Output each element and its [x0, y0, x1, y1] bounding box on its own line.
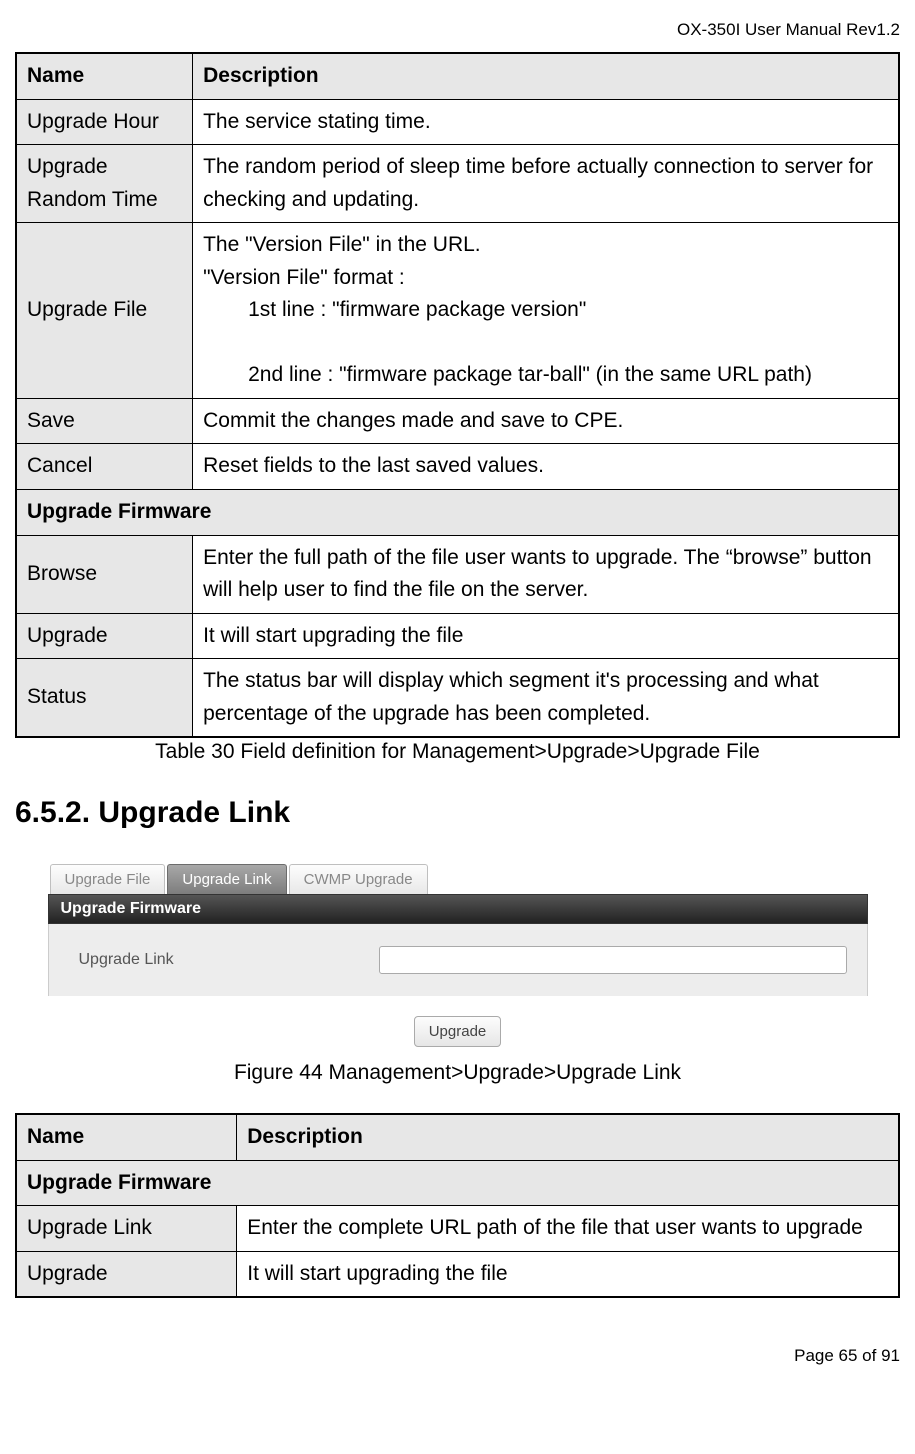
row-name: Save	[16, 398, 193, 444]
field-definition-table-1: Name Description Upgrade Hour The servic…	[15, 52, 900, 738]
desc-line-indent: 1st line : "firmware package version"	[203, 294, 888, 327]
table-caption: Table 30 Field definition for Management…	[15, 740, 900, 764]
row-desc: The random period of sleep time before a…	[193, 145, 899, 223]
field-label: Upgrade Link	[79, 951, 379, 969]
tab-upgrade-link[interactable]: Upgrade Link	[167, 864, 286, 894]
tab-cwmp-upgrade[interactable]: CWMP Upgrade	[289, 864, 428, 894]
row-desc: The service stating time.	[193, 99, 899, 145]
row-name: Upgrade Random Time	[16, 145, 193, 223]
col-desc-header: Description	[237, 1114, 899, 1160]
row-desc: It will start upgrading the file	[237, 1251, 899, 1297]
section-row: Upgrade Firmware	[16, 490, 899, 536]
row-name: Upgrade	[16, 613, 193, 659]
row-name: Status	[16, 659, 193, 738]
upgrade-button[interactable]: Upgrade	[414, 1016, 502, 1047]
desc-line: 2nd line : "firmware package tar-ball" (…	[203, 363, 812, 386]
section-bar: Upgrade Firmware	[48, 894, 868, 924]
row-desc: Enter the complete URL path of the file …	[237, 1206, 899, 1252]
row-desc: Reset fields to the last saved values.	[193, 444, 899, 490]
desc-line: The "Version File" in the URL.	[203, 233, 481, 256]
row-desc: Enter the full path of the file user wan…	[193, 535, 899, 613]
document-header: OX-350I User Manual Rev1.2	[15, 20, 900, 40]
desc-line-indent	[203, 327, 888, 360]
field-definition-table-2: Name Description Upgrade Firmware Upgrad…	[15, 1113, 900, 1298]
tab-bar: Upgrade File Upgrade Link CWMP Upgrade	[48, 862, 868, 894]
tab-upgrade-file[interactable]: Upgrade File	[50, 864, 166, 894]
button-row: Upgrade	[48, 996, 868, 1055]
row-desc: Commit the changes made and save to CPE.	[193, 398, 899, 444]
section-row: Upgrade Firmware	[16, 1160, 899, 1206]
row-name: Upgrade File	[16, 223, 193, 399]
col-name-header: Name	[16, 1114, 237, 1160]
section-heading: 6.5.2. Upgrade Link	[15, 796, 900, 830]
screenshot-figure: Upgrade File Upgrade Link CWMP Upgrade U…	[48, 862, 868, 1055]
col-desc-header: Description	[193, 53, 899, 99]
desc-line-indent: 2nd line : "firmware package tar-ball" (…	[203, 359, 888, 392]
form-row: Upgrade Link	[48, 924, 868, 996]
upgrade-link-input[interactable]	[379, 946, 847, 974]
row-desc: The status bar will display which segmen…	[193, 659, 899, 738]
row-desc: The "Version File" in the URL. "Version …	[193, 223, 899, 399]
row-name: Upgrade	[16, 1251, 237, 1297]
row-name: Upgrade Link	[16, 1206, 237, 1252]
row-name: Upgrade Hour	[16, 99, 193, 145]
row-name: Browse	[16, 535, 193, 613]
col-name-header: Name	[16, 53, 193, 99]
row-desc: It will start upgrading the file	[193, 613, 899, 659]
desc-line: "Version File" format :	[203, 266, 405, 289]
page-footer: Page 65 of 91	[15, 1346, 900, 1366]
row-name: Cancel	[16, 444, 193, 490]
figure-caption: Figure 44 Management>Upgrade>Upgrade Lin…	[15, 1061, 900, 1085]
